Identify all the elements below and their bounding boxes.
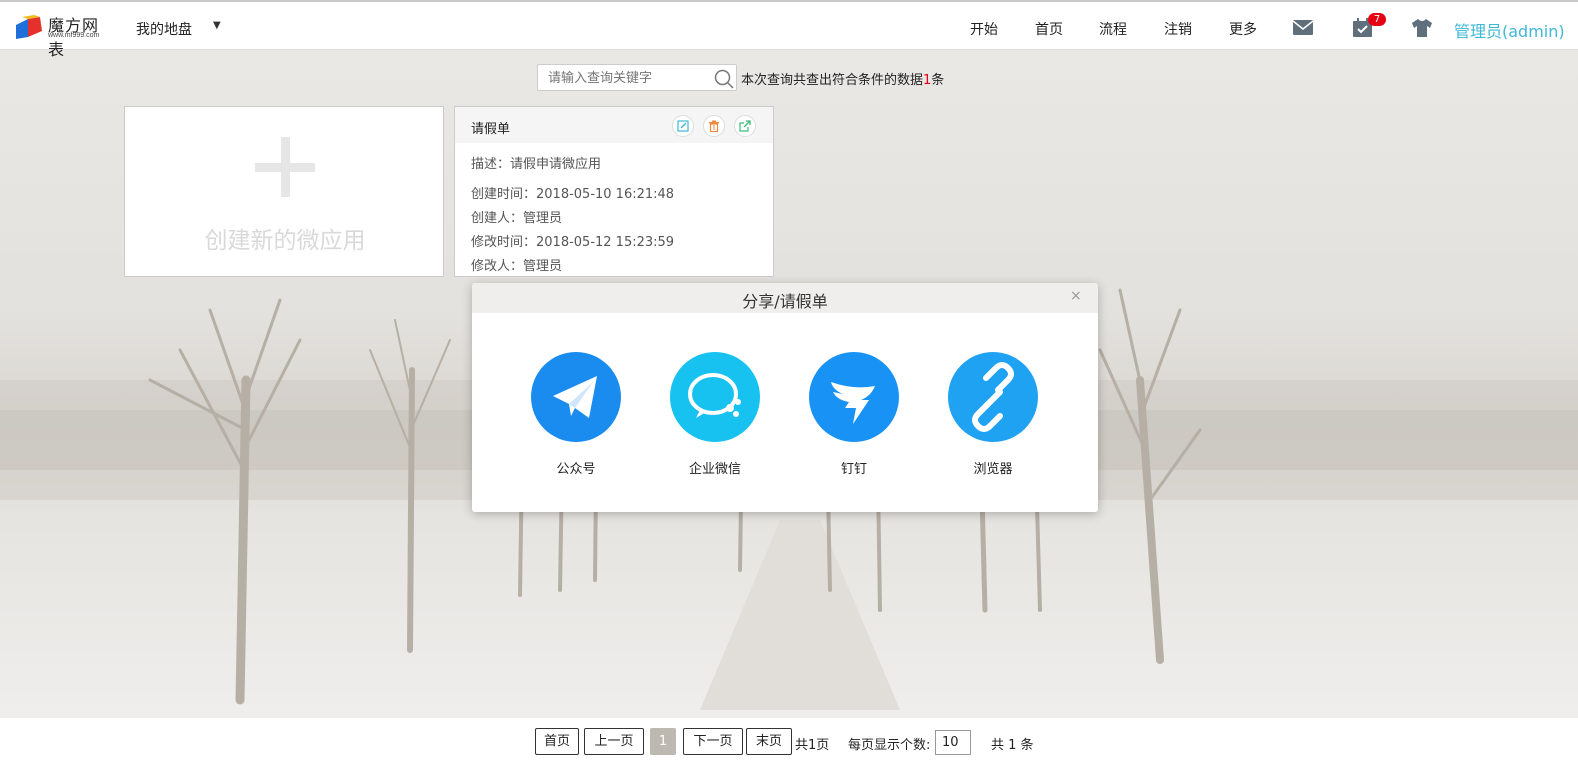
search-icon[interactable] <box>714 69 734 89</box>
search-result-prefix: 本次查询共查出符合条件的数据 <box>741 73 924 88</box>
current-user[interactable]: 管理员(admin) <box>1454 18 1565 42</box>
trash-icon <box>709 120 719 132</box>
edit-button[interactable] <box>672 115 694 137</box>
search-input[interactable] <box>548 68 708 88</box>
nav-workflow[interactable]: 流程 <box>1099 19 1127 39</box>
share-dialog: 分享/请假单 × 公众号 企业微信 钉钉 浏览器 <box>472 283 1098 512</box>
my-disk-menu[interactable]: 我的地盘 <box>136 19 192 39</box>
app-card-title: 请假单 <box>471 122 511 137</box>
share-browser-label: 浏览器 <box>973 462 1013 477</box>
nav-more[interactable]: 更多 <box>1229 19 1257 39</box>
app-description: 描述：请假申请微应用 <box>471 157 602 172</box>
last-page-button[interactable]: 末页 <box>746 728 792 755</box>
delete-button[interactable] <box>703 115 725 137</box>
dingtalk-icon <box>809 352 899 442</box>
share-wecom[interactable]: 企业微信 <box>670 352 760 477</box>
app-card-header: 请假单 <box>455 107 773 143</box>
app-modified-time: 修改时间：2018-05-12 15:23:59 <box>471 235 675 250</box>
caret-down-icon[interactable]: ▼ <box>213 20 221 31</box>
page-size-label: 每页显示个数: <box>848 738 931 753</box>
app-card[interactable]: 请假单 描述：请假申请微应用 创建时间：2018-05-10 16:21:48 <box>454 106 774 277</box>
link-icon <box>948 352 1038 442</box>
top-navbar: 魔方网表 www.mf999.com 我的地盘 ▼ 开始 首页 流程 注销 更多… <box>0 0 1578 59</box>
nav-logout[interactable]: 注销 <box>1164 19 1192 39</box>
nav-start[interactable]: 开始 <box>970 19 998 39</box>
search-result-text: 本次查询共查出符合条件的数据1条 <box>741 69 944 88</box>
share-dingtalk[interactable]: 钉钉 <box>809 352 899 477</box>
share-wecom-label: 企业微信 <box>688 462 741 477</box>
search-result-suffix: 条 <box>931 73 945 88</box>
close-icon[interactable]: × <box>1070 288 1082 304</box>
share-browser[interactable]: 浏览器 <box>948 352 1038 477</box>
create-app-card[interactable]: 创建新的微应用 <box>124 106 444 277</box>
prev-page-button[interactable]: 上一页 <box>584 728 644 755</box>
share-dialog-title: 分享/请假单 <box>742 292 828 311</box>
paper-plane-icon <box>531 352 621 442</box>
wecom-chat-icon <box>670 352 760 442</box>
search-box <box>537 64 737 91</box>
tshirt-theme-icon[interactable] <box>1411 18 1433 38</box>
current-page[interactable]: 1 <box>650 728 676 755</box>
total-pages: 共1页 <box>795 738 830 753</box>
share-wechat-official-label: 公众号 <box>556 462 596 477</box>
share-button[interactable] <box>734 115 756 137</box>
app-created-time: 创建时间：2018-05-10 16:21:48 <box>471 187 675 202</box>
page-size-input[interactable]: 10 <box>935 730 971 755</box>
plus-icon <box>255 137 315 197</box>
pagination: 首页 上一页 1 下一页 末页 共1页 每页显示个数: 10 共 1 条 <box>0 718 1578 765</box>
logo[interactable]: 魔方网表 www.mf999.com <box>14 11 114 59</box>
share-wechat-official[interactable]: 公众号 <box>531 352 621 477</box>
total-records: 共 1 条 <box>991 738 1034 753</box>
nav-home[interactable]: 首页 <box>1035 19 1063 39</box>
task-count-badge: 7 <box>1368 13 1386 26</box>
next-page-button[interactable]: 下一页 <box>683 728 743 755</box>
mail-icon[interactable] <box>1292 18 1314 38</box>
share-dingtalk-label: 钉钉 <box>840 462 867 477</box>
app-modifier: 修改人：管理员 <box>471 259 563 274</box>
edit-icon <box>677 120 689 132</box>
app-creator: 创建人：管理员 <box>471 211 563 226</box>
share-export-icon <box>739 120 751 132</box>
share-dialog-header: 分享/请假单 × <box>472 283 1098 313</box>
logo-url: www.mf999.com <box>48 32 100 39</box>
first-page-button[interactable]: 首页 <box>535 728 579 755</box>
logo-cube-icon <box>16 15 42 39</box>
create-app-label: 创建新的微应用 <box>204 228 366 254</box>
